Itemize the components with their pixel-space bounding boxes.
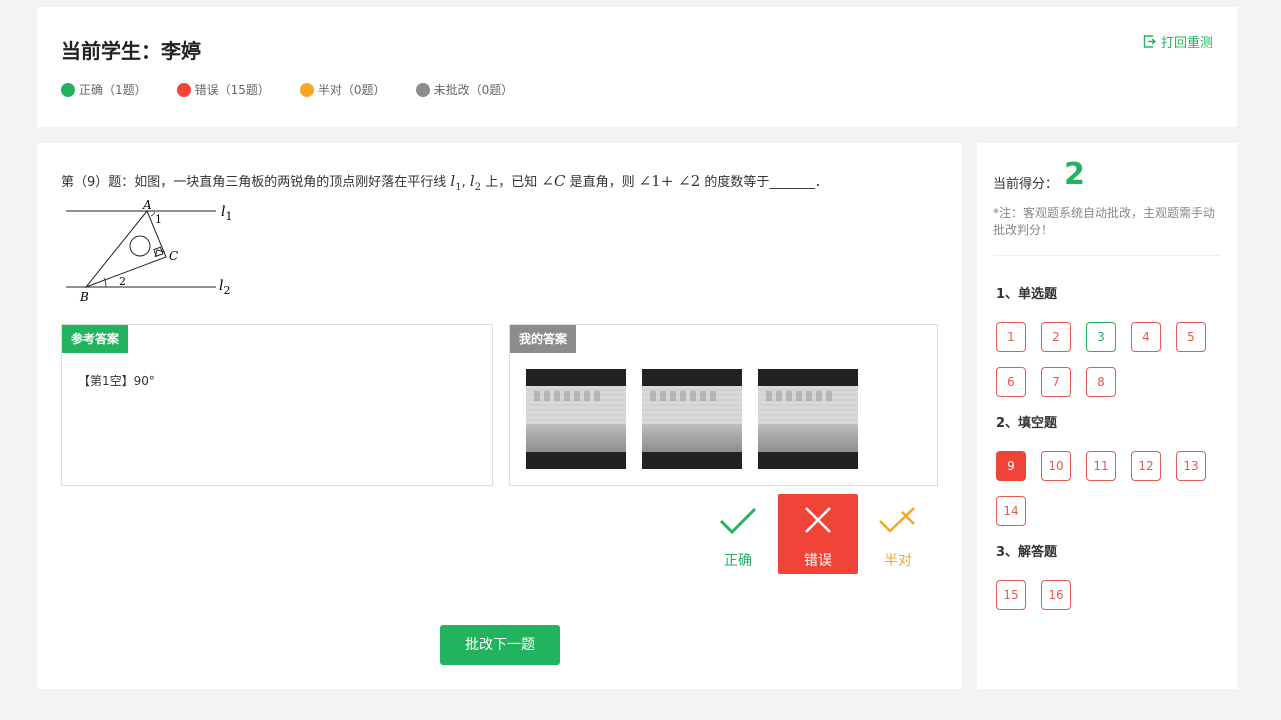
grading-note: *注：客观题系统自动批改，主观题需手动批改判分！ xyxy=(993,206,1216,237)
next-question-button[interactable]: 批改下一题 xyxy=(440,625,560,665)
legend-wrong: 错误（15题） xyxy=(176,81,270,98)
legend-ungraded-label: 未批改（0题） xyxy=(433,83,514,97)
question-suffix: 的度数等于_______． xyxy=(704,175,828,190)
triangle-figure: A 1 C 2 B l1 l2 xyxy=(66,198,232,304)
mark-half-label: 半对 xyxy=(884,553,912,569)
mark-correct-label: 正确 xyxy=(724,553,752,569)
student-header: 当前学生：李婷 正确（1题） 错误（15题） 半对（0题） 未批改（0题） 打回… xyxy=(37,7,1237,127)
question-text: 第（9）题：如图，一块直角三角板的两锐角的顶点刚好落在平行线 l1, l2 上，… xyxy=(61,171,828,198)
question-panel: 第（9）题：如图，一块直角三角板的两锐角的顶点刚好落在平行线 l1, l2 上，… xyxy=(37,143,962,689)
label-1: 1 xyxy=(155,213,162,226)
student-title: 当前学生：李婷 xyxy=(61,39,201,63)
mark-wrong-label: 错误 xyxy=(804,553,832,569)
reference-answer-tag: 参考答案 xyxy=(62,325,129,353)
mark-wrong-button[interactable]: 错误 xyxy=(778,494,858,574)
line-l2-sub: 2 xyxy=(474,182,482,193)
retest-label: 打回重测 xyxy=(1160,36,1213,51)
question-number-7[interactable]: 7 xyxy=(1041,367,1071,397)
section-title-single-choice: 1、单选题 xyxy=(996,287,1058,302)
return-icon xyxy=(1143,35,1156,48)
cross-icon xyxy=(805,507,831,533)
score-value: 2 xyxy=(1064,157,1085,192)
section-title-solution: 3、解答题 xyxy=(996,545,1058,560)
label-2: 2 xyxy=(119,275,126,288)
half-check-icon xyxy=(879,507,915,533)
score-sidebar: 当前得分： 2 *注：客观题系统自动批改，主观题需手动批改判分！ 1、单选题 1… xyxy=(977,143,1237,689)
status-legend: 正确（1题） 错误（15题） 半对（0题） 未批改（0题） xyxy=(61,81,543,98)
question-number-13[interactable]: 13 xyxy=(1176,451,1206,481)
legend-ungraded: 未批改（0题） xyxy=(415,81,514,98)
legend-half: 半对（0题） xyxy=(299,81,386,98)
label-l1-sub: 1 xyxy=(225,210,232,223)
label-l1: l1 xyxy=(221,204,232,223)
question-number-10[interactable]: 10 xyxy=(1041,451,1071,481)
check-icon xyxy=(719,507,757,535)
retest-button[interactable]: 打回重测 xyxy=(1143,32,1213,51)
question-number-14[interactable]: 14 xyxy=(996,496,1026,526)
sidebar-divider xyxy=(993,255,1221,256)
my-answer-tag: 我的答案 xyxy=(510,325,577,353)
question-number-11[interactable]: 11 xyxy=(1086,451,1116,481)
triangle-shape xyxy=(84,210,167,289)
question-number-8[interactable]: 8 xyxy=(1086,367,1116,397)
mark-correct-button[interactable]: 正确 xyxy=(698,494,778,574)
legend-correct-label: 正确（1题） xyxy=(79,83,147,97)
question-number-4[interactable]: 4 xyxy=(1131,322,1161,352)
question-number-15[interactable]: 15 xyxy=(996,580,1026,610)
question-comma: , xyxy=(461,175,466,190)
question-number-9[interactable]: 9 xyxy=(996,451,1026,481)
question-number-3[interactable]: 3 xyxy=(1086,322,1116,352)
mark-half-button[interactable]: 半对 xyxy=(858,494,938,574)
section-title-fill-blank: 2、填空题 xyxy=(996,416,1058,431)
question-number-1[interactable]: 1 xyxy=(996,322,1026,352)
label-a: A xyxy=(142,198,152,212)
question-number-12[interactable]: 12 xyxy=(1131,451,1161,481)
line-l1: l1 xyxy=(450,172,461,193)
half-dot-icon xyxy=(299,82,314,97)
angle-expression: ∠1+ ∠2 xyxy=(638,172,701,190)
reference-answer-text: 【第1空】90° xyxy=(78,374,155,388)
question-middle2: 是直角，则 xyxy=(569,175,635,190)
question-number-2[interactable]: 2 xyxy=(1041,322,1071,352)
question-number-5[interactable]: 5 xyxy=(1176,322,1206,352)
label-l2: l2 xyxy=(219,278,230,297)
label-l2-sub: 2 xyxy=(223,284,230,297)
label-c: C xyxy=(169,249,178,263)
question-number-6[interactable]: 6 xyxy=(996,367,1026,397)
answer-images xyxy=(526,369,874,469)
legend-wrong-label: 错误（15题） xyxy=(194,83,270,97)
answer-image-thumbnail[interactable] xyxy=(758,369,858,469)
legend-correct: 正确（1题） xyxy=(61,81,147,98)
line-l2: l2 xyxy=(470,172,482,193)
angle-c: ∠C xyxy=(541,172,566,190)
legend-half-label: 半对（0题） xyxy=(317,83,386,97)
question-number-16[interactable]: 16 xyxy=(1041,580,1071,610)
answer-image-thumbnail[interactable] xyxy=(642,369,742,469)
question-middle: 上，已知 xyxy=(485,175,538,190)
reference-answer-box: 参考答案 【第1空】90° xyxy=(61,324,493,486)
ungraded-dot-icon xyxy=(415,82,430,97)
wrong-dot-icon xyxy=(176,82,191,97)
answer-image-thumbnail[interactable] xyxy=(526,369,626,469)
score-label: 当前得分： xyxy=(993,177,1059,192)
label-b: B xyxy=(79,290,89,304)
my-answer-box: 我的答案 xyxy=(509,324,938,486)
triangle-hole xyxy=(129,235,151,257)
question-prefix: 第（9）题：如图，一块直角三角板的两锐角的顶点刚好落在平行线 xyxy=(61,175,447,190)
correct-dot-icon xyxy=(61,82,75,97)
